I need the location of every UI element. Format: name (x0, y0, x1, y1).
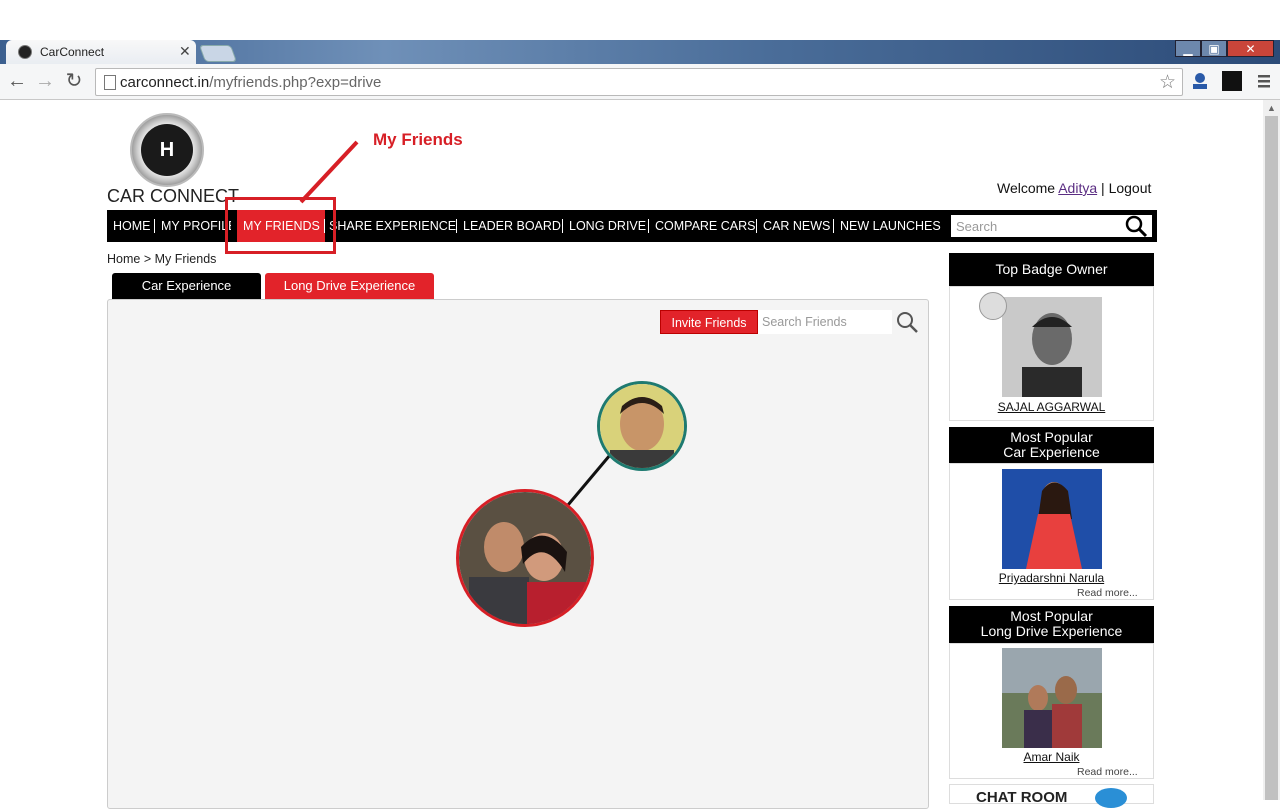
highlight-box (225, 197, 336, 254)
scrollbar-thumb[interactable] (1265, 116, 1278, 800)
top-badge-photo[interactable] (1002, 297, 1102, 397)
logout-link[interactable]: Logout (1109, 180, 1152, 196)
forward-arrow-icon[interactable]: → (33, 69, 57, 93)
popular-drive-title-line2: Long Drive Experience (980, 623, 1123, 639)
page-icon (104, 75, 116, 90)
nav-divider (756, 219, 757, 233)
top-badge-name[interactable]: SAJAL AGGARWAL (949, 400, 1154, 414)
nav-divider (456, 219, 457, 233)
popular-drive-read-more[interactable]: Read more... (1077, 766, 1138, 778)
search-placeholder: Search (956, 219, 998, 234)
nav-leader-board[interactable]: LEADER BOARD (463, 210, 561, 242)
screen-top-margin (0, 0, 1280, 40)
bookmark-star-icon[interactable]: ☆ (1159, 71, 1176, 94)
nav-car-news[interactable]: CAR NEWS (763, 210, 830, 242)
address-bar[interactable]: carconnect.in/myfriends.php?exp=drive ☆ (95, 68, 1183, 96)
badge-icon (979, 292, 1007, 320)
welcome-prefix: Welcome (997, 180, 1056, 196)
popular-car-photo[interactable] (1002, 469, 1102, 569)
menu-icon[interactable] (1254, 71, 1274, 91)
my-avatar[interactable] (456, 489, 594, 627)
chat-bubble-icon (1095, 788, 1127, 808)
scroll-up-arrow-icon[interactable]: ▲ (1263, 100, 1280, 116)
search-icon[interactable] (1124, 214, 1150, 238)
welcome-area: Welcome Aditya | Logout (997, 180, 1151, 196)
top-badge-title: Top Badge Owner (949, 253, 1154, 286)
search-friends-input[interactable]: Search Friends (758, 310, 892, 334)
popular-car-read-more[interactable]: Read more... (1077, 587, 1138, 599)
popular-drive-title-line1: Most Popular (1010, 608, 1093, 624)
favicon-icon (18, 45, 32, 59)
nav-long-drive[interactable]: LONG DRIVE (569, 210, 646, 242)
popular-drive-name[interactable]: Amar Naik (949, 750, 1154, 764)
nav-share-experience[interactable]: SHARE EXPERIENCE (329, 210, 456, 242)
browser-tab[interactable]: CarConnect ✕ (6, 40, 196, 64)
popular-drive-title: Most Popular Long Drive Experience (949, 606, 1154, 643)
extension-dark-icon[interactable] (1222, 71, 1242, 91)
tab-title: CarConnect (40, 45, 105, 59)
tab-car-experience[interactable]: Car Experience (112, 273, 261, 299)
nav-divider (833, 219, 834, 233)
annotation-label: My Friends (373, 130, 463, 149)
breadcrumb: Home > My Friends (107, 252, 217, 266)
invite-friends-button[interactable]: Invite Friends (660, 310, 758, 334)
popular-car-name[interactable]: Priyadarshni Narula (949, 571, 1154, 585)
search-friends-icon[interactable] (896, 311, 920, 333)
logo-text[interactable]: CAR CONNECT (107, 186, 239, 207)
popular-car-title-line2: Car Experience (1003, 444, 1100, 460)
nav-compare-cars[interactable]: COMPARE CARS (655, 210, 755, 242)
reload-icon[interactable]: ↻ (62, 69, 86, 93)
nav-home[interactable]: HOME (113, 210, 151, 242)
extension-icon[interactable] (1190, 71, 1210, 91)
popular-drive-photo[interactable] (1002, 648, 1102, 748)
new-tab-button[interactable] (198, 45, 238, 62)
url-text: carconnect.in/myfriends.php?exp=drive (120, 74, 382, 91)
nav-divider (648, 219, 649, 233)
nav-new-launches[interactable]: NEW LAUNCHES (840, 210, 941, 242)
chat-room-banner[interactable]: CHAT ROOM (949, 784, 1154, 808)
nav-divider (562, 219, 563, 233)
popular-car-title: Most Popular Car Experience (949, 427, 1154, 463)
tab-long-drive-experience[interactable]: Long Drive Experience (265, 273, 434, 299)
welcome-separator: | (1101, 180, 1105, 196)
friend-avatar[interactable] (597, 381, 687, 471)
search-friends-placeholder: Search Friends (762, 315, 847, 329)
nav-divider (154, 219, 155, 233)
tab-close-icon[interactable]: ✕ (179, 43, 191, 60)
chat-room-label: CHAT ROOM (976, 789, 1068, 806)
minimize-button[interactable]: ▁ (1175, 40, 1201, 57)
close-window-button[interactable]: ✕ (1227, 40, 1274, 57)
back-arrow-icon[interactable]: ← (5, 69, 29, 93)
username-link[interactable]: Aditya (1058, 180, 1097, 196)
maximize-button[interactable]: ▣ (1201, 40, 1227, 57)
nav-my-profile[interactable]: MY PROFILE (161, 210, 231, 242)
popular-car-title-line1: Most Popular (1010, 429, 1093, 445)
gear-shift-logo-icon[interactable]: H (141, 124, 193, 176)
